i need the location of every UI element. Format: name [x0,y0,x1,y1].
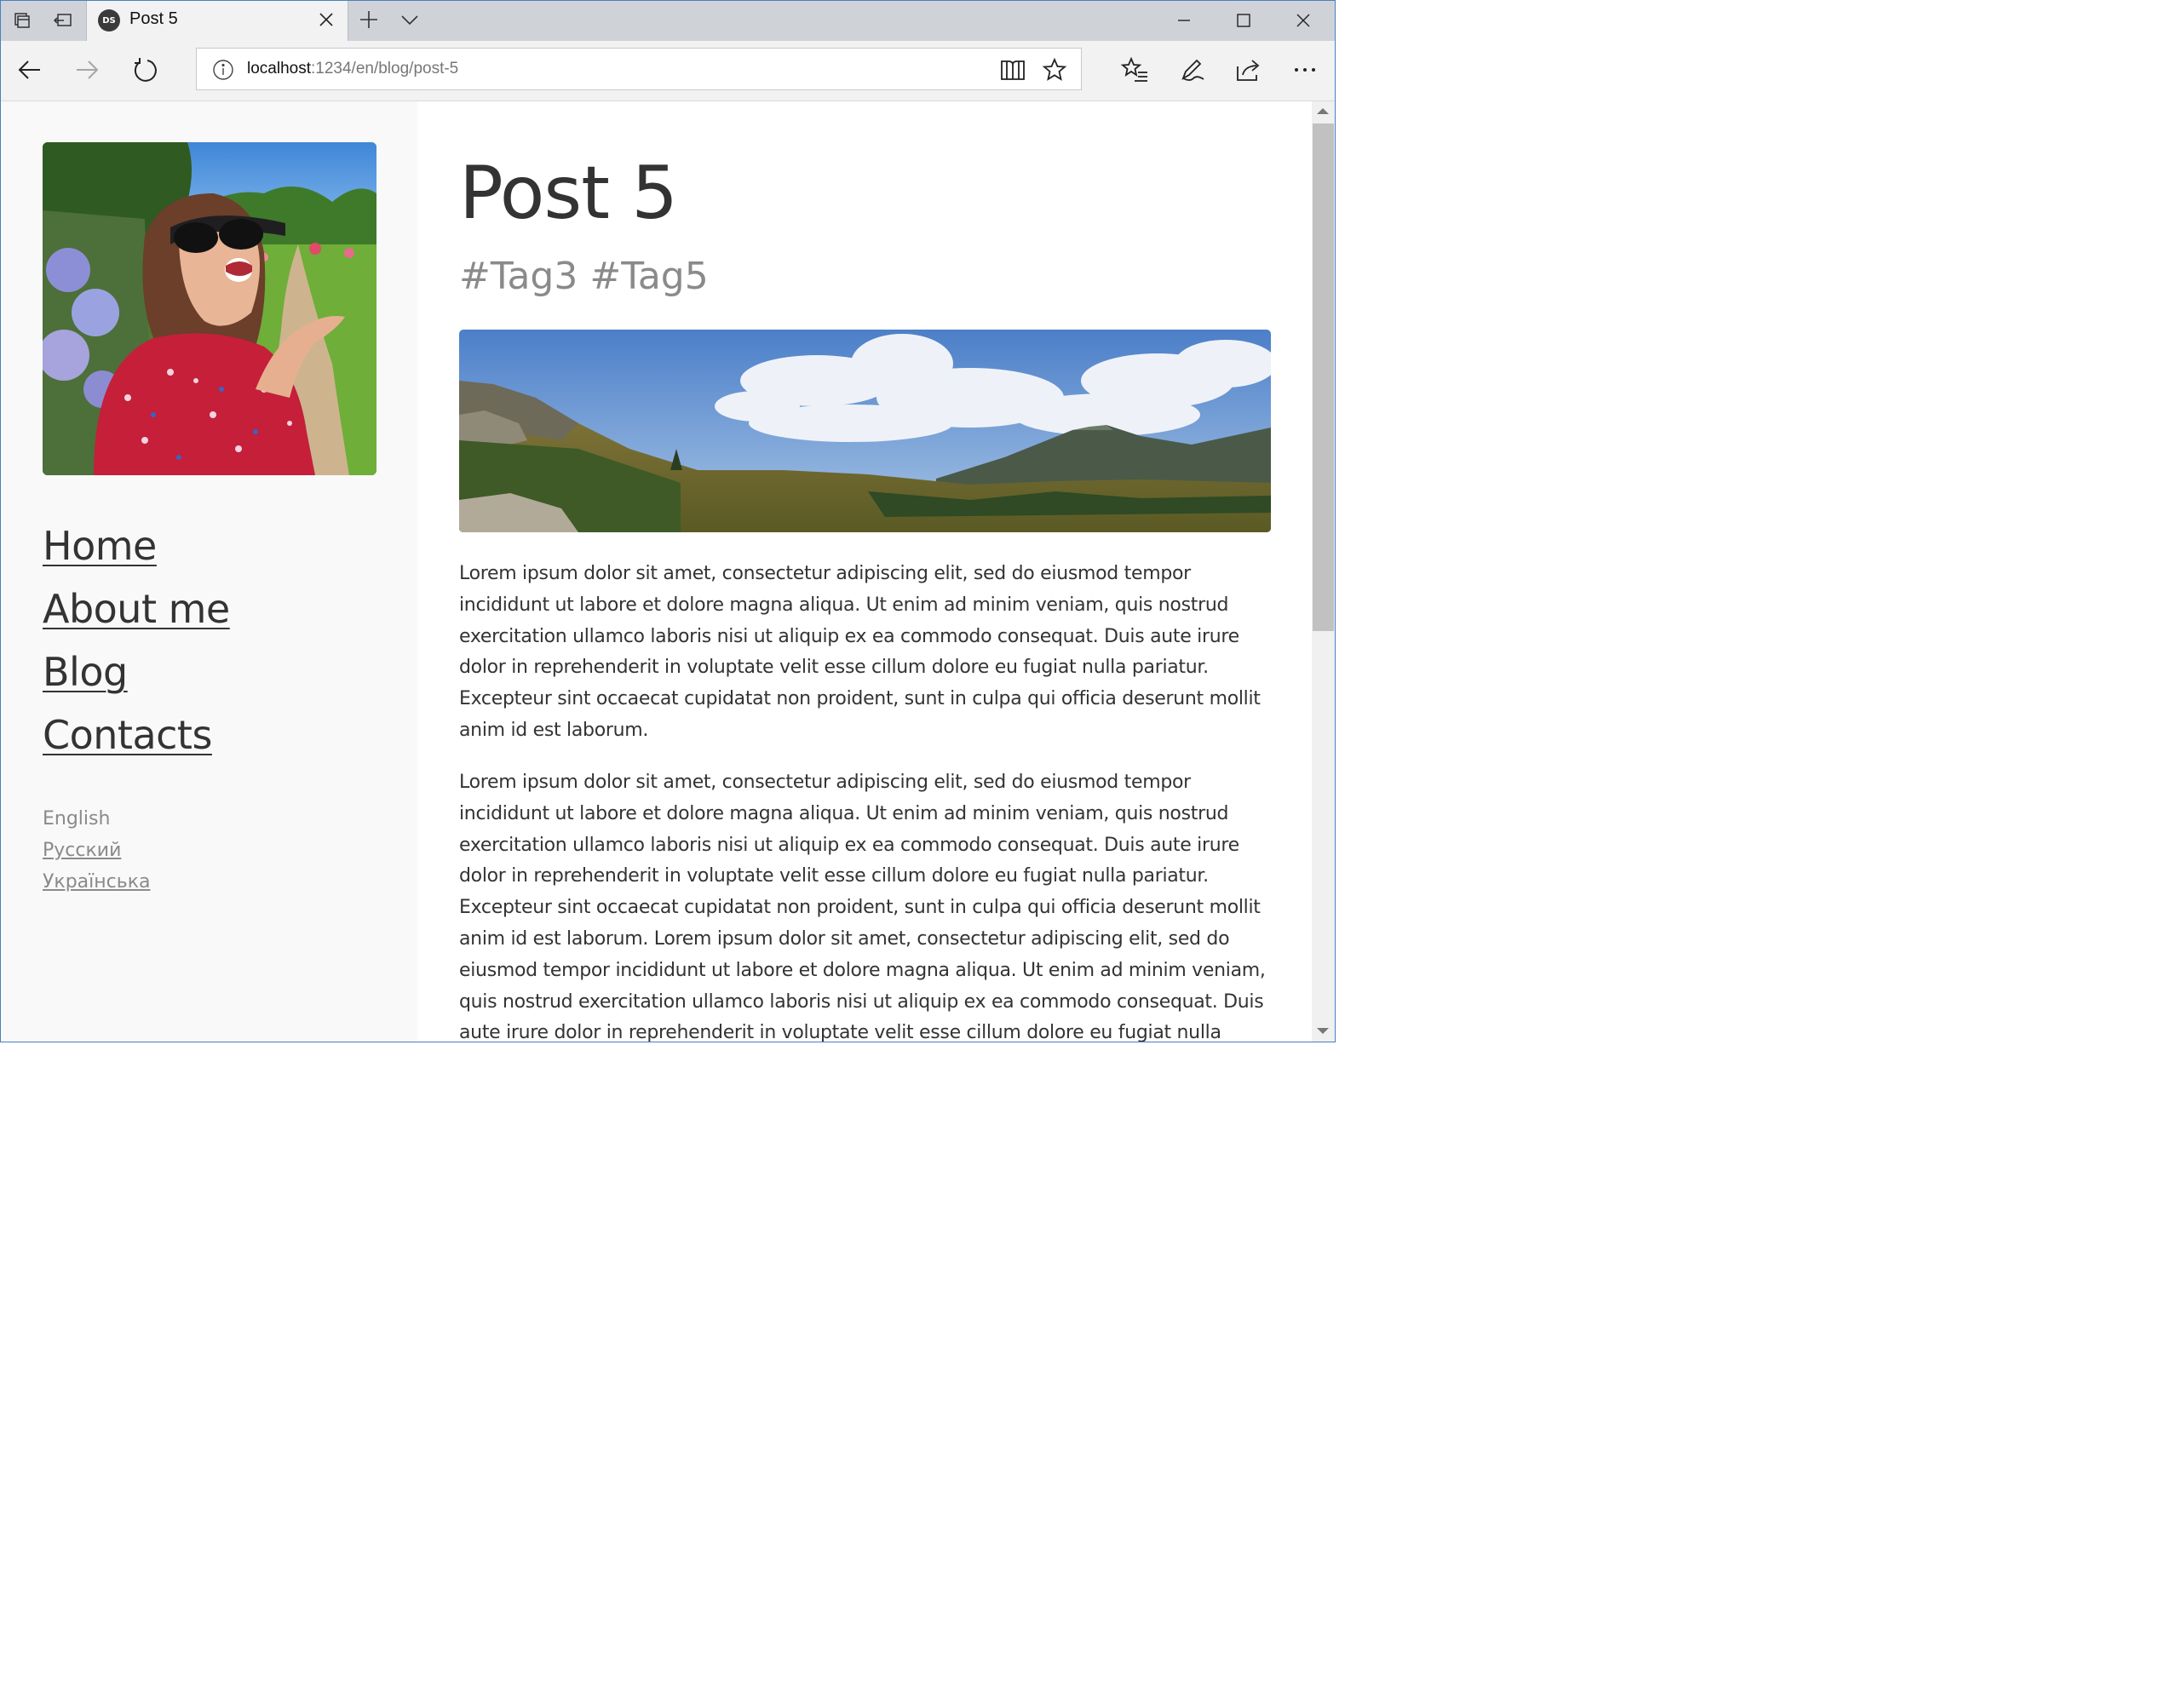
menu-link-home[interactable]: Home [43,523,157,569]
sidebar: Home About me Blog Contacts English Русс… [1,101,417,1042]
tab-manager-icon[interactable] [10,9,34,32]
tag-link[interactable]: #Tag3 [459,255,578,298]
minimize-icon[interactable] [1172,9,1196,32]
post-paragraph: Lorem ipsum dolor sit amet, consectetur … [459,563,1261,741]
tab-title: Post 5 [129,9,178,28]
language-link-ukrainian[interactable]: Українська [43,871,150,893]
post-paragraph: Lorem ipsum dolor sit amet, consectetur … [459,772,1266,1042]
tag-link[interactable]: #Tag5 [589,255,708,298]
favorites-hub-icon[interactable] [1119,55,1150,85]
active-tab[interactable]: DS Post 5 [86,0,348,41]
url-text[interactable]: localhost:1234/en/blog/post-5 [247,60,458,78]
scroll-up-arrow-icon[interactable] [1317,108,1329,114]
site-favicon: DS [98,9,120,32]
address-bar[interactable]: localhost:1234/en/blog/post-5 [196,48,1082,90]
profile-photo [43,142,376,475]
close-window-icon[interactable] [1291,9,1315,32]
reading-view-icon[interactable] [999,57,1026,86]
menu-item-blog: Blog [43,649,230,712]
language-switcher: English Русский Українська [43,808,150,903]
back-arrow-icon[interactable] [14,55,45,85]
close-tab-icon[interactable] [317,10,336,32]
maximize-icon[interactable] [1232,9,1256,32]
language-link-russian[interactable]: Русский [43,840,121,861]
url-host: localhost [247,60,311,78]
main-menu: Home About me Blog Contacts [43,523,230,775]
scrollbar-thumb[interactable] [1313,123,1334,631]
page-viewport: Home About me Blog Contacts English Русс… [1,101,1311,1042]
tab-bar: DS Post 5 [0,0,1336,41]
add-favorite-star-icon[interactable] [1042,57,1067,86]
menu-item-contacts: Contacts [43,712,230,775]
set-tabs-aside-icon[interactable] [51,9,75,32]
share-icon[interactable] [1233,55,1263,85]
vertical-scrollbar[interactable] [1312,101,1335,1042]
post-tags: #Tag3 #Tag5 [459,255,721,298]
navigation-bar: localhost:1234/en/blog/post-5 [0,41,1336,101]
post-title: Post 5 [459,151,678,236]
scroll-down-arrow-icon[interactable] [1317,1028,1329,1034]
menu-link-blog[interactable]: Blog [43,649,128,695]
menu-link-contacts[interactable]: Contacts [43,712,212,758]
url-path: :1234/en/blog/post-5 [311,60,459,78]
menu-item-home: Home [43,523,230,586]
site-info-icon[interactable] [212,59,234,84]
new-tab-icon[interactable] [358,9,380,34]
forward-arrow-icon[interactable] [72,55,102,85]
menu-link-about[interactable]: About me [43,586,230,632]
post-hero-image [459,330,1271,532]
tab-preview-chevron-icon[interactable] [399,9,421,34]
refresh-icon[interactable] [129,55,159,85]
menu-item-about: About me [43,586,230,649]
language-current: English [43,808,111,830]
web-note-pen-icon[interactable] [1176,55,1207,85]
more-options-icon[interactable] [1290,55,1320,85]
